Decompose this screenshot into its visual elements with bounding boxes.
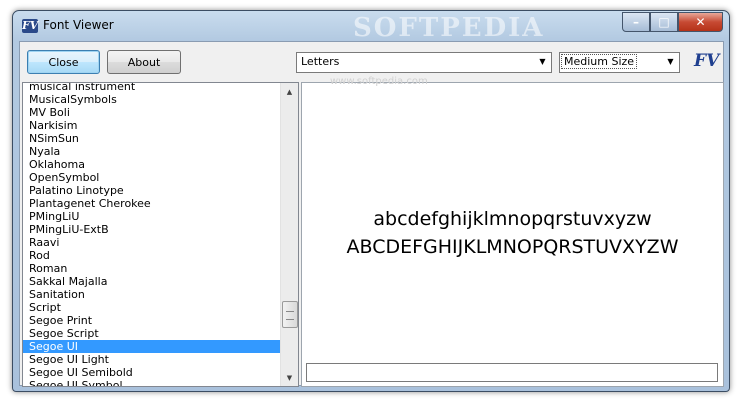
size-value: Medium Size — [560, 54, 638, 69]
font-list-item[interactable]: Segoe UI Light — [23, 353, 281, 366]
fv-logo: FV — [694, 51, 720, 71]
font-list-item[interactable]: NSimSun — [23, 132, 281, 145]
font-list[interactable]: musical instrument MusicalSymbols MV Boli N… — [22, 82, 299, 387]
scroll-up-arrow-icon[interactable]: ▲ — [281, 83, 298, 100]
font-list-item[interactable]: Plantagenet Cherokee — [23, 197, 281, 210]
font-list-item[interactable]: musical instrument — [23, 83, 281, 93]
font-list-item[interactable]: Segoe Print — [23, 314, 281, 327]
watermark-url: www.softpedia.com — [330, 76, 428, 87]
font-list-item[interactable]: Oklahoma — [23, 158, 281, 171]
font-list-item[interactable]: Segoe UI Semibold — [23, 366, 281, 379]
maximize-icon: □ — [658, 15, 670, 29]
font-list-item[interactable]: Segoe UI — [23, 340, 281, 353]
font-list-item[interactable]: Segoe UI Symbol — [23, 379, 281, 386]
font-viewer-window: FV Font Viewer SOFTPEDIA – □ ✕ Close Abo… — [12, 10, 730, 392]
font-list-item[interactable]: Segoe Script — [23, 327, 281, 340]
font-list-item[interactable]: OpenSymbol — [23, 171, 281, 184]
chevron-down-icon: ▼ — [667, 57, 674, 66]
font-list-item[interactable]: PMingLiU-ExtB — [23, 223, 281, 236]
font-list-item[interactable]: MV Boli — [23, 106, 281, 119]
sample-type-value: Letters — [301, 55, 340, 68]
chevron-down-icon: ▼ — [539, 57, 546, 66]
watermark: SOFTPEDIA — [353, 13, 545, 43]
font-list-item[interactable]: Script — [23, 301, 281, 314]
font-list-item[interactable]: Raavi — [23, 236, 281, 249]
close-window-button[interactable]: ✕ — [678, 12, 723, 32]
maximize-button[interactable]: □ — [650, 12, 678, 32]
preview-lowercase: abcdefghijklmnopqrstuvxyzw — [373, 208, 652, 230]
font-list-item[interactable]: Sakkal Majalla — [23, 275, 281, 288]
close-button[interactable]: Close — [27, 50, 100, 74]
preview-uppercase: ABCDEFGHIJKLMNOPQRSTUVXYZW — [346, 236, 679, 258]
scroll-down-arrow-icon[interactable]: ▼ — [281, 369, 298, 386]
font-list-item[interactable]: Nyala — [23, 145, 281, 158]
font-list-item[interactable]: Sanitation — [23, 288, 281, 301]
font-list-items: musical instrument MusicalSymbols MV Boli N… — [23, 83, 281, 386]
font-list-item[interactable]: Rod — [23, 249, 281, 262]
size-select[interactable]: Medium Size ▼ — [559, 52, 680, 73]
font-list-item[interactable]: Narkisim — [23, 119, 281, 132]
font-preview-panel: abcdefghijklmnopqrstuvxyzw ABCDEFGHIJKLM… — [301, 82, 724, 387]
client-area: Close About Letters ▼ Medium Size ▼ FV m… — [19, 41, 724, 387]
grip-icon — [286, 311, 294, 320]
minimize-button[interactable]: – — [622, 12, 650, 32]
app-icon: FV — [22, 19, 39, 33]
scroll-thumb[interactable] — [282, 301, 298, 328]
close-icon: ✕ — [695, 15, 706, 29]
minimize-icon: – — [633, 15, 639, 29]
font-list-item[interactable]: MusicalSymbols — [23, 93, 281, 106]
title-bar[interactable]: FV Font Viewer SOFTPEDIA – □ ✕ — [13, 11, 729, 43]
about-button[interactable]: About — [107, 50, 181, 74]
sample-type-select[interactable]: Letters ▼ — [296, 52, 552, 73]
window-title: Font Viewer — [43, 18, 114, 32]
font-list-scrollbar[interactable]: ▲ ▼ — [280, 83, 298, 386]
preview-text-input[interactable] — [306, 363, 718, 382]
font-list-item[interactable]: PMingLiU — [23, 210, 281, 223]
toolbar: Close About Letters ▼ Medium Size ▼ FV — [20, 42, 723, 80]
font-list-item[interactable]: Palatino Linotype — [23, 184, 281, 197]
font-list-item[interactable]: Roman — [23, 262, 281, 275]
